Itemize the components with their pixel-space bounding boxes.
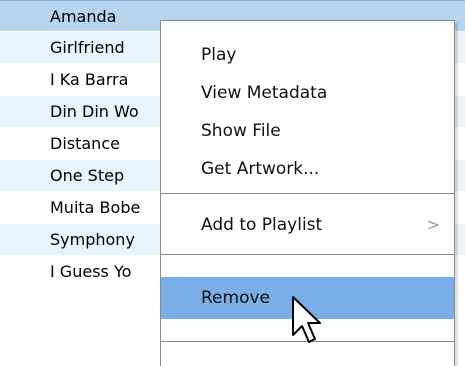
menu-separator — [161, 254, 454, 255]
track-title: Girlfriend — [50, 38, 125, 57]
arrow-pointer-icon — [292, 296, 321, 343]
track-title: Din Din Wo — [50, 102, 139, 121]
track-title: Muita Bobe — [50, 198, 141, 217]
track-title: One Step — [50, 166, 125, 185]
menu-item-label: Remove — [201, 288, 270, 308]
track-title: I Ka Barra — [50, 70, 129, 89]
track-title: Distance — [50, 134, 120, 153]
track-title: I Guess Yo — [50, 262, 132, 281]
submenu-arrow-icon: > — [426, 215, 440, 234]
track-title: Symphony — [50, 230, 135, 249]
track-title: Amanda — [50, 7, 117, 26]
menu-item-play[interactable]: Play — [161, 37, 454, 73]
menu-item-label: Add to Playlist — [201, 215, 323, 235]
menu-item-label: View Metadata — [201, 83, 328, 103]
menu-item-get-artwork[interactable]: Get Artwork... — [161, 151, 454, 187]
menu-item-label: Get Artwork... — [201, 159, 320, 179]
menu-item-view-metadata[interactable]: View Metadata — [161, 75, 454, 111]
menu-item-label: Show File — [201, 121, 281, 141]
menu-item-label: Play — [201, 45, 237, 65]
menu-item-show-file[interactable]: Show File — [161, 113, 454, 149]
menu-item-add-to-playlist[interactable]: Add to Playlist > — [161, 207, 454, 243]
menu-separator — [161, 193, 454, 194]
